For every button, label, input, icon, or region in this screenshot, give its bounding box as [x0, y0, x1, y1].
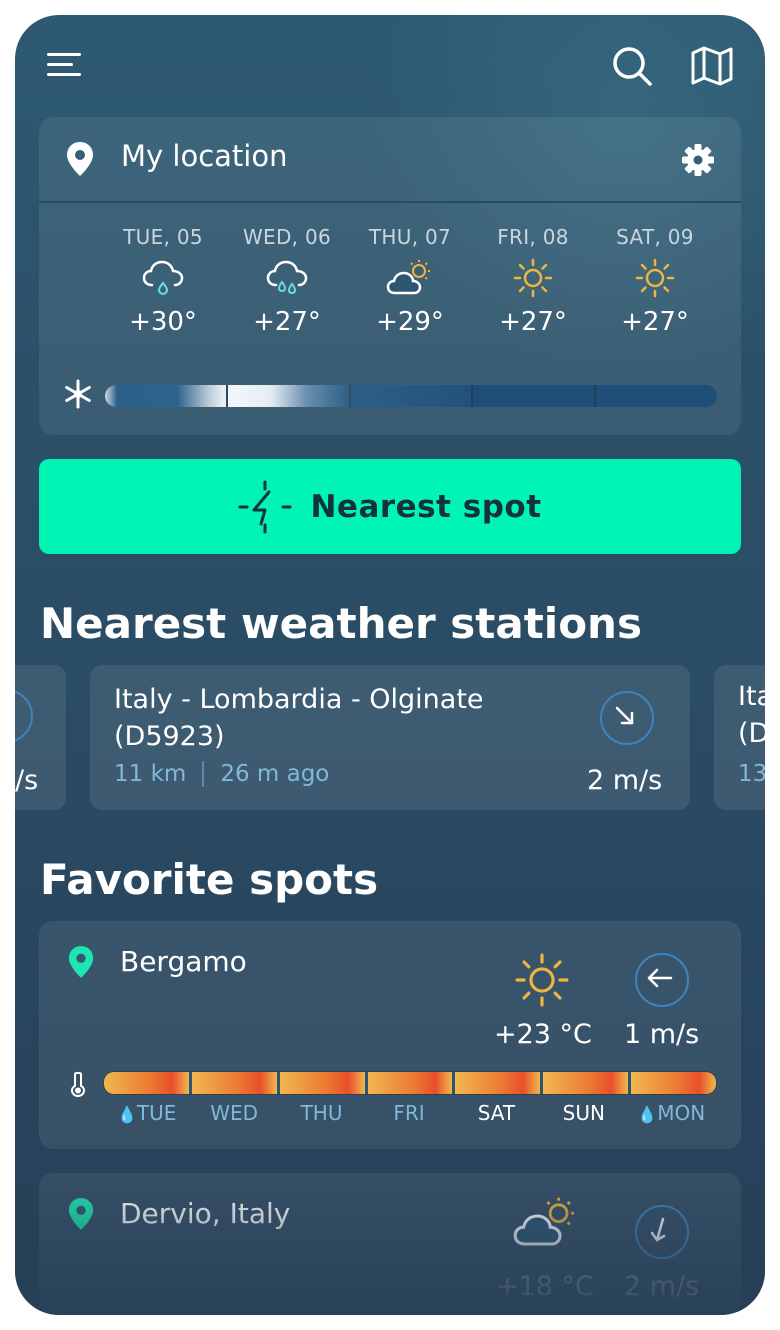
forecast-day[interactable]: SAT, 09 +27°	[595, 225, 715, 337]
forecast-day[interactable]: WED, 06 +27°	[227, 225, 347, 337]
day-label-sun[interactable]: SUN	[540, 1101, 627, 1125]
station-distance: 13	[738, 761, 765, 787]
day-temp: +29°	[376, 307, 444, 337]
day-label-thu[interactable]: THU	[278, 1101, 365, 1125]
day-temp: +27°	[621, 307, 689, 337]
sun-icon	[595, 249, 715, 307]
station-name: (D	[738, 718, 765, 749]
rain-cloud-icon	[103, 249, 223, 307]
station-wind-speed: /s	[15, 765, 39, 796]
location-pin-icon	[67, 945, 95, 983]
wind-direction-icon	[15, 689, 33, 743]
day-label: TUE, 05	[123, 225, 203, 249]
location-title: My location	[121, 139, 288, 173]
station-card-partial-right[interactable]: Ita (D 13	[714, 665, 765, 810]
spot-wind: 1 m/s	[624, 1019, 700, 1050]
station-name: Italy - Lombardia - Olginate (D5923)	[114, 684, 484, 752]
nearest-spot-button[interactable]: Nearest spot	[39, 459, 741, 554]
search-icon[interactable]	[607, 41, 657, 91]
forecast-day[interactable]: TUE, 05 +30°	[103, 225, 223, 337]
wind-direction-icon	[635, 1205, 689, 1259]
snowflake-icon	[63, 379, 93, 413]
station-card-partial-left[interactable]: /s	[15, 665, 66, 810]
day-temp: +30°	[129, 307, 197, 337]
heavy-rain-cloud-icon	[227, 249, 347, 307]
sun-icon	[473, 249, 593, 307]
gear-icon[interactable]	[681, 143, 715, 181]
day-label: FRI, 08	[497, 225, 569, 249]
day-label-wed[interactable]: WED	[190, 1101, 277, 1125]
day-temp: +27°	[253, 307, 321, 337]
day-label: THU, 07	[368, 225, 452, 249]
partly-cloudy-icon	[511, 1195, 581, 1255]
app-screen: My location TUE, 05 +30° WED, 06 +27° TH…	[15, 15, 765, 1315]
day-label: SAT, 09	[616, 225, 694, 249]
wind-direction-icon	[600, 691, 654, 745]
station-distance: 11 km	[114, 761, 187, 787]
map-icon[interactable]	[685, 41, 739, 91]
station-wind-speed: 2 m/s	[587, 765, 663, 796]
spot-temp: +23 °C	[494, 1019, 592, 1050]
day-label-mon[interactable]: 💧MON	[628, 1101, 715, 1125]
divider	[39, 201, 741, 203]
sun-icon	[513, 951, 571, 1013]
location-card[interactable]: My location TUE, 05 +30° WED, 06 +27° TH…	[39, 117, 741, 435]
separator	[202, 761, 205, 787]
station-name: Ita	[738, 681, 765, 712]
location-pin-icon	[65, 141, 95, 181]
crosshair-arrow-icon	[238, 480, 292, 534]
snow-forecast-bar	[105, 385, 717, 407]
day-label-fri[interactable]: FRI	[365, 1101, 452, 1125]
day-label-tue[interactable]: 💧TUE	[103, 1101, 190, 1125]
spot-name: Bergamo	[120, 945, 247, 978]
forecast-day-labels: 💧TUE WED THU FRI SAT SUN 💧MON	[103, 1101, 715, 1125]
day-label: WED, 06	[242, 225, 332, 249]
raindrop-icon: 💧	[117, 1105, 137, 1124]
favorites-section-title: Favorite spots	[40, 855, 379, 904]
menu-icon[interactable]	[39, 43, 91, 87]
favorite-spot-card[interactable]: Dervio, Italy +18 °C 2 m/s	[39, 1173, 741, 1315]
station-card[interactable]: Italy - Lombardia - Olginate (D5923) 11 …	[90, 665, 690, 810]
raindrop-icon: 💧	[637, 1105, 658, 1124]
favorite-spot-card[interactable]: Bergamo +23 °C 1 m/s 💧TUE WED THU FRI SA…	[39, 921, 741, 1149]
wind-direction-icon	[635, 953, 689, 1007]
station-meta: 11 km 26 m ago	[114, 761, 329, 787]
spot-wind: 2 m/s	[624, 1271, 700, 1302]
day-label-sat[interactable]: SAT	[453, 1101, 540, 1125]
stations-section-title: Nearest weather stations	[40, 599, 642, 648]
location-pin-icon	[67, 1197, 95, 1235]
forecast-day[interactable]: FRI, 08 +27°	[473, 225, 593, 337]
temperature-forecast-bar	[103, 1071, 717, 1095]
station-updated: 26 m ago	[220, 761, 330, 787]
spot-temp: +18 °C	[496, 1271, 594, 1302]
day-temp: +27°	[499, 307, 567, 337]
partly-cloudy-icon	[350, 249, 470, 307]
nearest-spot-label: Nearest spot	[310, 488, 542, 525]
thermometer-icon	[69, 1071, 87, 1101]
forecast-day[interactable]: THU, 07 +29°	[350, 225, 470, 337]
spot-name: Dervio, Italy	[120, 1197, 291, 1230]
